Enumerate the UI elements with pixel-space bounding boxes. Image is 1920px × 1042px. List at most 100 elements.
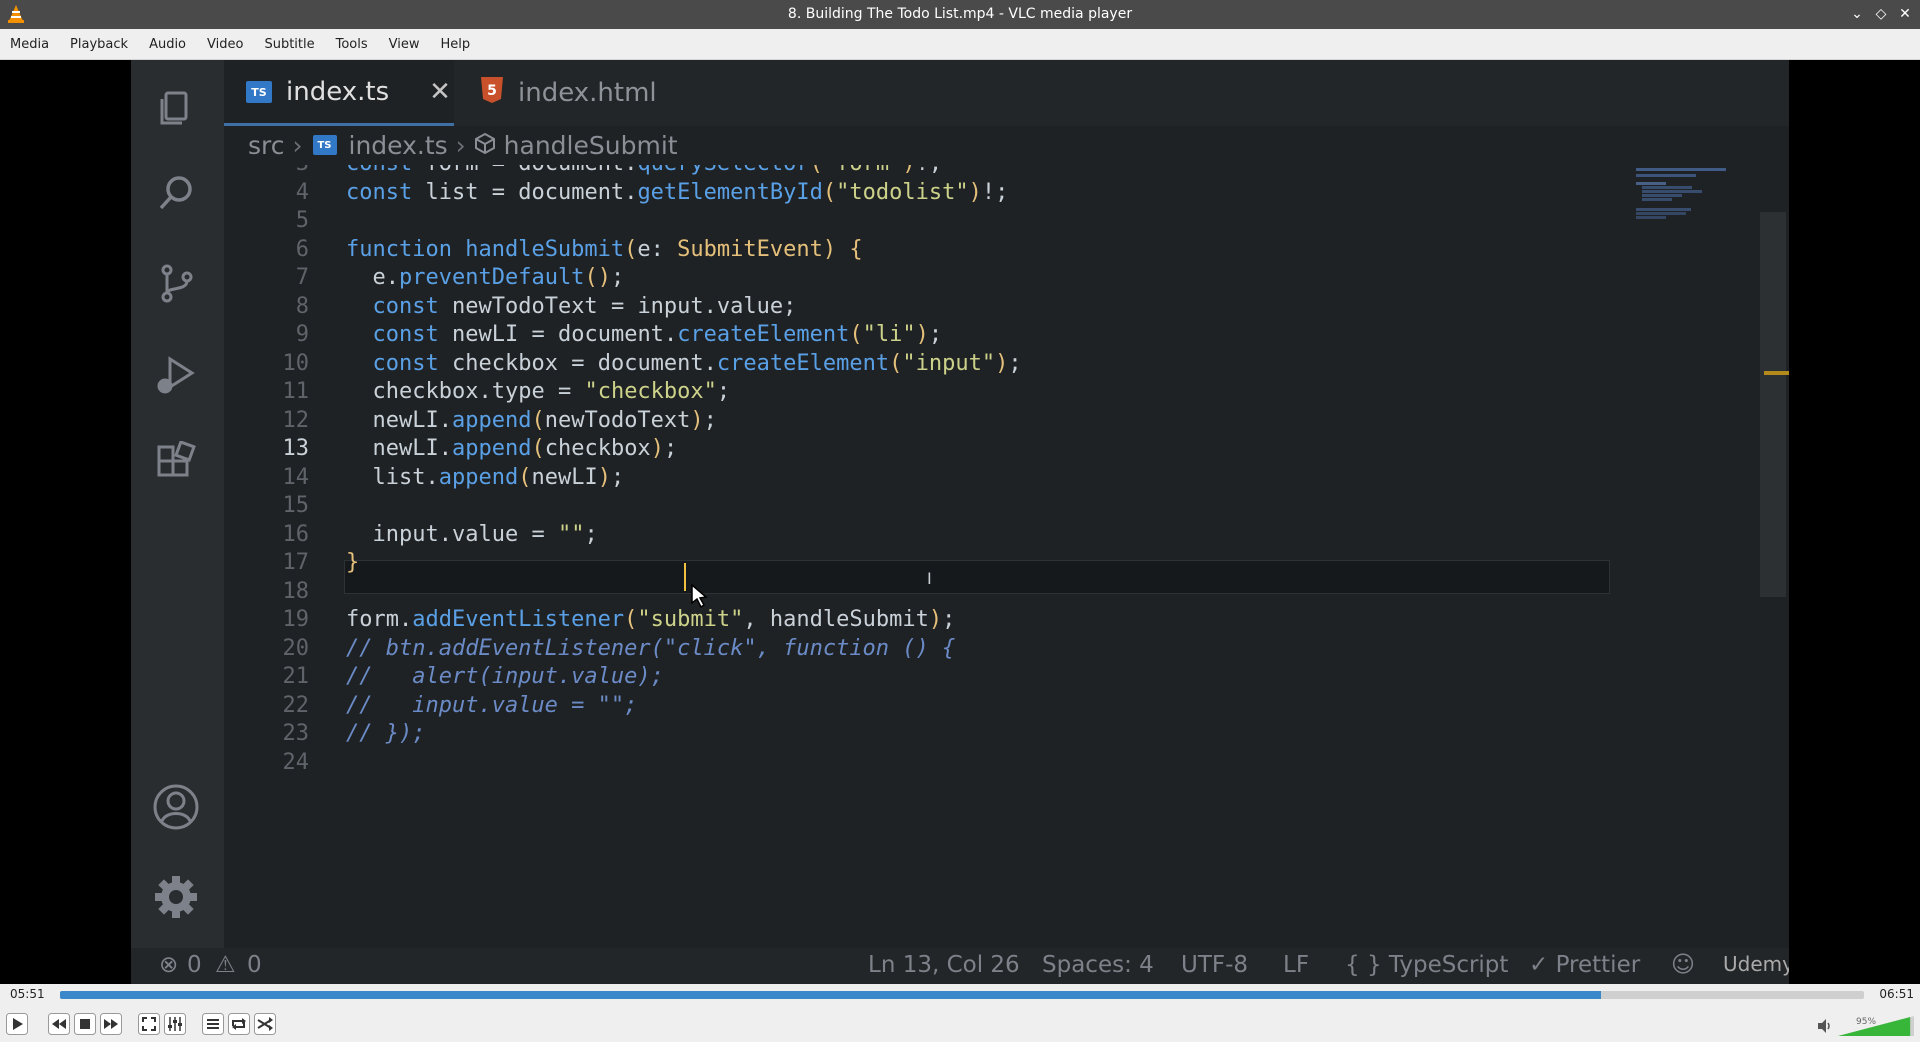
encoding[interactable]: UTF-8 (1181, 952, 1248, 978)
shuffle-button[interactable] (254, 1013, 276, 1035)
breadcrumb-symbol[interactable]: handleSubmit (504, 131, 678, 160)
code-line: const form = document.querySelector("for… (346, 165, 942, 176)
line-number: 21 (282, 664, 310, 689)
video-area[interactable]: TS index.ts ✕ 5 index.html ⋯ src › TS in… (0, 60, 1920, 984)
close-icon[interactable]: ✕ (429, 77, 451, 107)
typescript-file-icon: TS (312, 135, 337, 155)
editor-scrollbar[interactable] (1760, 212, 1786, 597)
volume-percent: 95% (1856, 1017, 1877, 1027)
code-line: } (346, 550, 360, 575)
extended-settings-button[interactable] (164, 1013, 186, 1035)
loop-icon (228, 1013, 250, 1035)
code-line: list.append(newLI); (372, 464, 625, 490)
equalizer-icon (164, 1013, 186, 1035)
line-number: 23 (282, 721, 310, 746)
close-button[interactable]: ✕ (1896, 5, 1914, 23)
menu-playback[interactable]: Playback (60, 37, 139, 52)
mouse-pointer-icon (691, 583, 708, 609)
indentation[interactable]: Spaces: 4 (1042, 952, 1154, 978)
line-number: 3 (224, 165, 309, 176)
code-line: input.value = ""; (372, 521, 598, 547)
code-line: checkbox.type = "checkbox"; (372, 379, 731, 404)
playlist-button[interactable] (202, 1013, 224, 1035)
menu-tools[interactable]: Tools (326, 37, 379, 52)
warning-icon: ⚠ (215, 952, 236, 978)
explorer-icon (151, 80, 201, 130)
line-number: 13 (282, 436, 310, 461)
warning-count[interactable]: 0 (247, 952, 262, 978)
code-line: const newLI = document.createElement("li… (372, 322, 943, 347)
loop-button[interactable] (228, 1013, 250, 1035)
code-line: const newTodoText = input.value; (372, 293, 797, 319)
chevron-down-icon: ⌄ (1851, 6, 1863, 22)
video-frame: TS index.ts ✕ 5 index.html ⋯ src › TS in… (131, 60, 1789, 984)
line-number: 10 (282, 350, 310, 376)
menu-audio[interactable]: Audio (139, 37, 197, 52)
language-mode[interactable]: { } TypeScript (1345, 952, 1508, 978)
seek-progress (60, 991, 1601, 999)
previous-button[interactable] (48, 1013, 70, 1035)
code-line: newLI.append(checkbox); (372, 436, 678, 461)
gear-icon (151, 872, 201, 922)
breadcrumb: src › TS index.ts › handleSubmit (224, 128, 1789, 162)
menu-video[interactable]: Video (197, 37, 254, 52)
fullscreen-button[interactable] (138, 1013, 160, 1035)
next-button[interactable] (100, 1013, 122, 1035)
code-line: newLI.append(newTodoText); (372, 407, 717, 433)
text-cursor (684, 563, 686, 591)
udemy-watermark: Udemy (1723, 952, 1789, 976)
line-number: 16 (282, 521, 310, 547)
window-title: 8. Building The Todo List.mp4 - VLC medi… (787, 6, 1133, 22)
tab-label: index.ts (286, 76, 390, 107)
code-line: // alert(input.value); (346, 664, 664, 689)
code-line: // input.value = ""; (346, 692, 638, 718)
menu-subtitle[interactable]: Subtitle (254, 37, 325, 52)
tab-label: index.html (518, 78, 657, 108)
line-number: 24 (282, 749, 310, 775)
minimap[interactable] (1636, 168, 1766, 228)
stop-icon (74, 1013, 96, 1035)
maximize-button[interactable]: ◇ (1872, 5, 1890, 23)
error-count[interactable]: 0 (187, 952, 202, 978)
seek-slider[interactable] (60, 991, 1864, 999)
window-titlebar: 8. Building The Todo List.mp4 - VLC medi… (0, 0, 1920, 29)
code-line: const checkbox = document.createElement(… (372, 350, 1022, 376)
menu-media[interactable]: Media (0, 37, 60, 52)
line-ending[interactable]: LF (1283, 952, 1309, 978)
chevron-right-icon: › (455, 130, 466, 160)
play-icon (6, 1013, 28, 1035)
breadcrumb-file[interactable]: index.ts (349, 131, 448, 160)
code-editor[interactable]: 3 4 5 6 7 8 9 10 11 12 13 14 15 16 17 18 19 20 21 22 23 24 co… (224, 165, 1664, 945)
menu-bar: Media Playback Audio Video Subtitle Tool… (0, 29, 1920, 60)
menu-help[interactable]: Help (431, 37, 482, 52)
scrollbar-position-marker (1764, 371, 1789, 375)
shuffle-icon (254, 1013, 276, 1035)
line-number: 17 (282, 550, 310, 575)
code-line: const list = document.getElementById("to… (346, 179, 1009, 205)
run-debug-icon (151, 350, 201, 400)
symbol-method-icon (474, 131, 496, 160)
fullscreen-icon (138, 1013, 160, 1035)
search-icon (151, 168, 201, 218)
tab-index-ts[interactable]: TS index.ts ✕ (224, 60, 454, 126)
menu-view[interactable]: View (379, 37, 431, 52)
prettier-status[interactable]: ✓ Prettier (1529, 952, 1640, 978)
line-number: 4 (295, 179, 309, 205)
play-button[interactable] (6, 1013, 28, 1035)
cursor-position[interactable]: Ln 13, Col 26 (868, 952, 1020, 978)
line-number: 15 (282, 493, 310, 518)
minimize-button[interactable]: ⌄ (1848, 5, 1866, 23)
status-bar: ⊗ 0 ⚠ 0 Ln 13, Col 26 Spaces: 4 UTF-8 LF… (131, 948, 1789, 984)
line-number: 9 (295, 322, 309, 347)
stop-button[interactable] (74, 1013, 96, 1035)
code-line: form.addEventListener("submit", handleSu… (346, 607, 956, 632)
total-duration[interactable]: 06:51 (1879, 987, 1914, 1001)
elapsed-time[interactable]: 05:51 (10, 987, 45, 1001)
breadcrumb-folder[interactable]: src (248, 131, 285, 160)
maximize-icon: ◇ (1875, 6, 1887, 22)
code-line: e.preventDefault(); (372, 265, 625, 290)
seek-bar: 05:51 06:51 (0, 984, 1920, 1004)
code-line: function handleSubmit(e: SubmitEvent) { (346, 236, 863, 262)
tab-index-html[interactable]: 5 index.html (474, 60, 674, 126)
line-number: 8 (295, 293, 309, 319)
